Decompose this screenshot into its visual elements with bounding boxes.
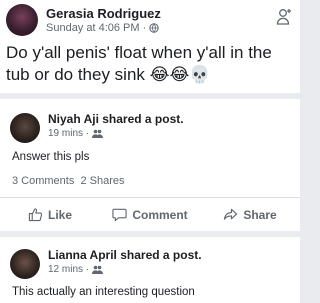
comment-label: Comment [132, 207, 188, 222]
share-text: This actually an interesting question [12, 286, 195, 298]
comments-count[interactable]: 3 Comments [12, 175, 74, 187]
post-timestamp[interactable]: Sunday at 4:06 PM [46, 22, 140, 34]
shared-post-card: Lianna April shared a post. 12 mins · Th… [0, 237, 300, 303]
shared-post-card: Niyah Aji shared a post. 19 mins · Answe… [0, 99, 300, 231]
share-time[interactable]: 19 mins [48, 128, 83, 139]
action-bar: Like Comment Share [0, 198, 300, 231]
shares-count[interactable]: 2 Shares [80, 175, 124, 187]
avatar[interactable] [10, 249, 40, 279]
meta-separator: · [142, 22, 147, 34]
share-meta: 12 mins · [48, 264, 103, 275]
engagement-counts: 3 Comments 2 Shares [12, 175, 125, 187]
meta-separator: · [85, 128, 90, 139]
share-icon [224, 208, 238, 220]
globe-icon [149, 23, 160, 33]
post-meta: Sunday at 4:06 PM · [46, 22, 160, 34]
post-text: Do y'all penis' float when y'all in the … [6, 42, 296, 86]
meta-separator: · [85, 264, 90, 275]
original-post-card: Gerasia Rodriguez Sunday at 4:06 PM · Do… [0, 0, 300, 93]
share-meta: 19 mins · [48, 128, 103, 139]
sharer-name[interactable]: Niyah Aji shared a post. [48, 112, 184, 126]
like-button[interactable]: Like [0, 198, 100, 231]
sharer-name[interactable]: Lianna April shared a post. [48, 248, 202, 262]
share-button[interactable]: Share [200, 198, 300, 231]
share-label: Share [243, 207, 277, 222]
comment-icon [112, 208, 127, 222]
avatar[interactable] [10, 113, 40, 143]
friends-icon [91, 129, 103, 138]
post-body: Do y'all penis' float when y'all in the … [6, 43, 272, 84]
post-emojis: 😂😂💀 [149, 65, 211, 84]
like-icon [28, 208, 43, 222]
add-friend-icon[interactable] [276, 8, 292, 26]
post-author-name[interactable]: Gerasia Rodriguez [46, 6, 161, 21]
friends-icon [91, 265, 103, 274]
share-text: Answer this pls [12, 151, 90, 163]
share-time[interactable]: 12 mins [48, 264, 83, 275]
comment-button[interactable]: Comment [100, 198, 200, 231]
like-label: Like [47, 207, 72, 222]
avatar[interactable] [6, 4, 38, 36]
